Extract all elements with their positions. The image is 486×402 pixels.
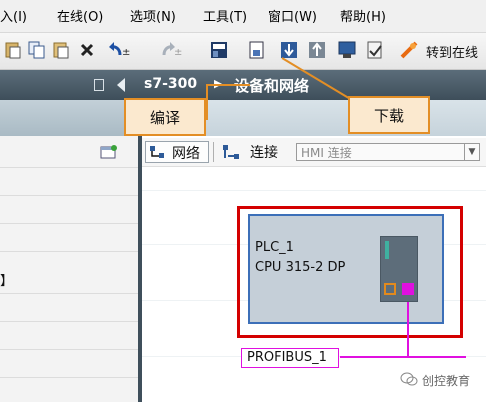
network-mode-label: 网络 [172, 146, 200, 162]
catalog-panel: 】 [0, 136, 138, 402]
panel-toggle-icon[interactable] [94, 79, 104, 91]
menu-item-help[interactable]: 帮助(H) [340, 6, 386, 25]
download-callout-label: 下载 [373, 106, 404, 125]
network-mode-button[interactable]: 网络 [145, 141, 209, 163]
catalog-row-divider [0, 349, 138, 350]
main-toolbar: ± ± 转到在线 [0, 33, 486, 70]
left-panel-header [0, 100, 140, 136]
svg-text:±: ± [174, 47, 182, 58]
table-icon[interactable] [100, 144, 118, 160]
connection-type-select[interactable]: HMI 连接 ▼ [296, 143, 480, 161]
download-callout: 下载 [348, 96, 430, 134]
catalog-row-divider [0, 251, 138, 252]
compile-callout-leader-v [206, 84, 208, 120]
compile-callout: 编译 [124, 98, 206, 136]
menu-item-tools[interactable]: 工具(T) [203, 6, 247, 25]
profibus-drop-line [407, 302, 409, 356]
collapse-left-icon[interactable] [117, 78, 125, 92]
menu-item-options[interactable]: 选项(N) [130, 6, 176, 25]
catalog-row-divider [0, 223, 138, 224]
plc-status-led [385, 241, 389, 259]
menu-item-online[interactable]: 在线(O) [57, 6, 103, 25]
profibus-subnet-label[interactable]: PROFIBUS_1 [241, 348, 339, 368]
chevron-down-icon[interactable]: ▼ [464, 144, 479, 160]
compile-icon[interactable] [246, 39, 268, 61]
paste-clipboard-icon[interactable] [50, 39, 72, 61]
go-online-icon[interactable] [398, 39, 420, 61]
wechat-icon [400, 372, 418, 386]
plc-name: PLC_1 [255, 240, 294, 255]
catalog-row-divider [0, 195, 138, 196]
monitoring-icon[interactable] [364, 39, 386, 61]
compile-callout-leader-h [206, 84, 250, 86]
plc-port-orange [384, 283, 396, 295]
plc-hardware-icon [380, 236, 418, 302]
watermark-text: 创控教育 [422, 374, 471, 388]
paste-icon[interactable] [2, 39, 24, 61]
catalog-row-divider [0, 167, 138, 168]
delete-icon[interactable] [76, 39, 98, 61]
connection-label[interactable]: 连接 [250, 142, 278, 162]
catalog-row-divider [0, 377, 138, 378]
connection-icon[interactable] [222, 144, 240, 160]
menu-item-insert[interactable]: 入(I) [0, 6, 27, 25]
copy-icon[interactable] [26, 39, 48, 61]
plc-profibus-port[interactable] [402, 283, 414, 295]
breadcrumb-project[interactable]: s7-300 [144, 76, 197, 92]
catalog-item-text: 】 [0, 274, 14, 289]
menu-item-window[interactable]: 窗口(W) [268, 6, 317, 25]
profibus-bus-line[interactable] [340, 356, 466, 358]
plc-cpu-type: CPU 315-2 DP [255, 260, 346, 275]
catalog-row-divider [0, 293, 138, 294]
menu-bar: 入(I) 在线(O) 选项(N) 工具(T) 窗口(W) 帮助(H) [0, 0, 486, 33]
svg-text:±: ± [122, 47, 130, 58]
go-online-label[interactable]: 转到在线 [426, 42, 478, 61]
toolbar-separator [213, 142, 214, 162]
catalog-row-divider [0, 321, 138, 322]
project-view-icon[interactable] [208, 39, 230, 61]
canvas-gridline [142, 190, 486, 191]
connection-type-value: HMI 连接 [301, 146, 352, 160]
redo-icon[interactable]: ± [160, 39, 182, 61]
compile-callout-label: 编译 [149, 108, 180, 127]
network-icon [149, 145, 165, 159]
undo-icon[interactable]: ± [108, 39, 130, 61]
